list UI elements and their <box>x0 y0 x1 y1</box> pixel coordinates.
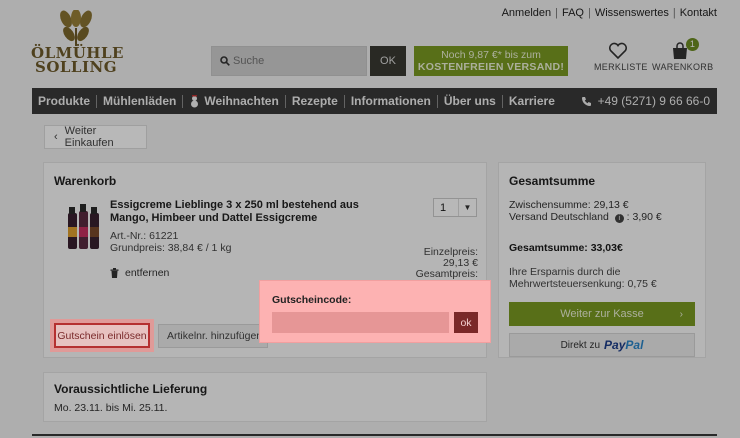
coupon-ok-button[interactable]: ok <box>454 312 478 333</box>
redeem-coupon-button[interactable]: Gutschein einlösen <box>50 319 154 352</box>
coupon-popup: Gutscheincode: ok <box>259 280 491 343</box>
coupon-code-label: Gutscheincode: <box>272 294 352 306</box>
modal-backdrop[interactable] <box>0 0 740 438</box>
coupon-code-input[interactable] <box>272 312 449 333</box>
